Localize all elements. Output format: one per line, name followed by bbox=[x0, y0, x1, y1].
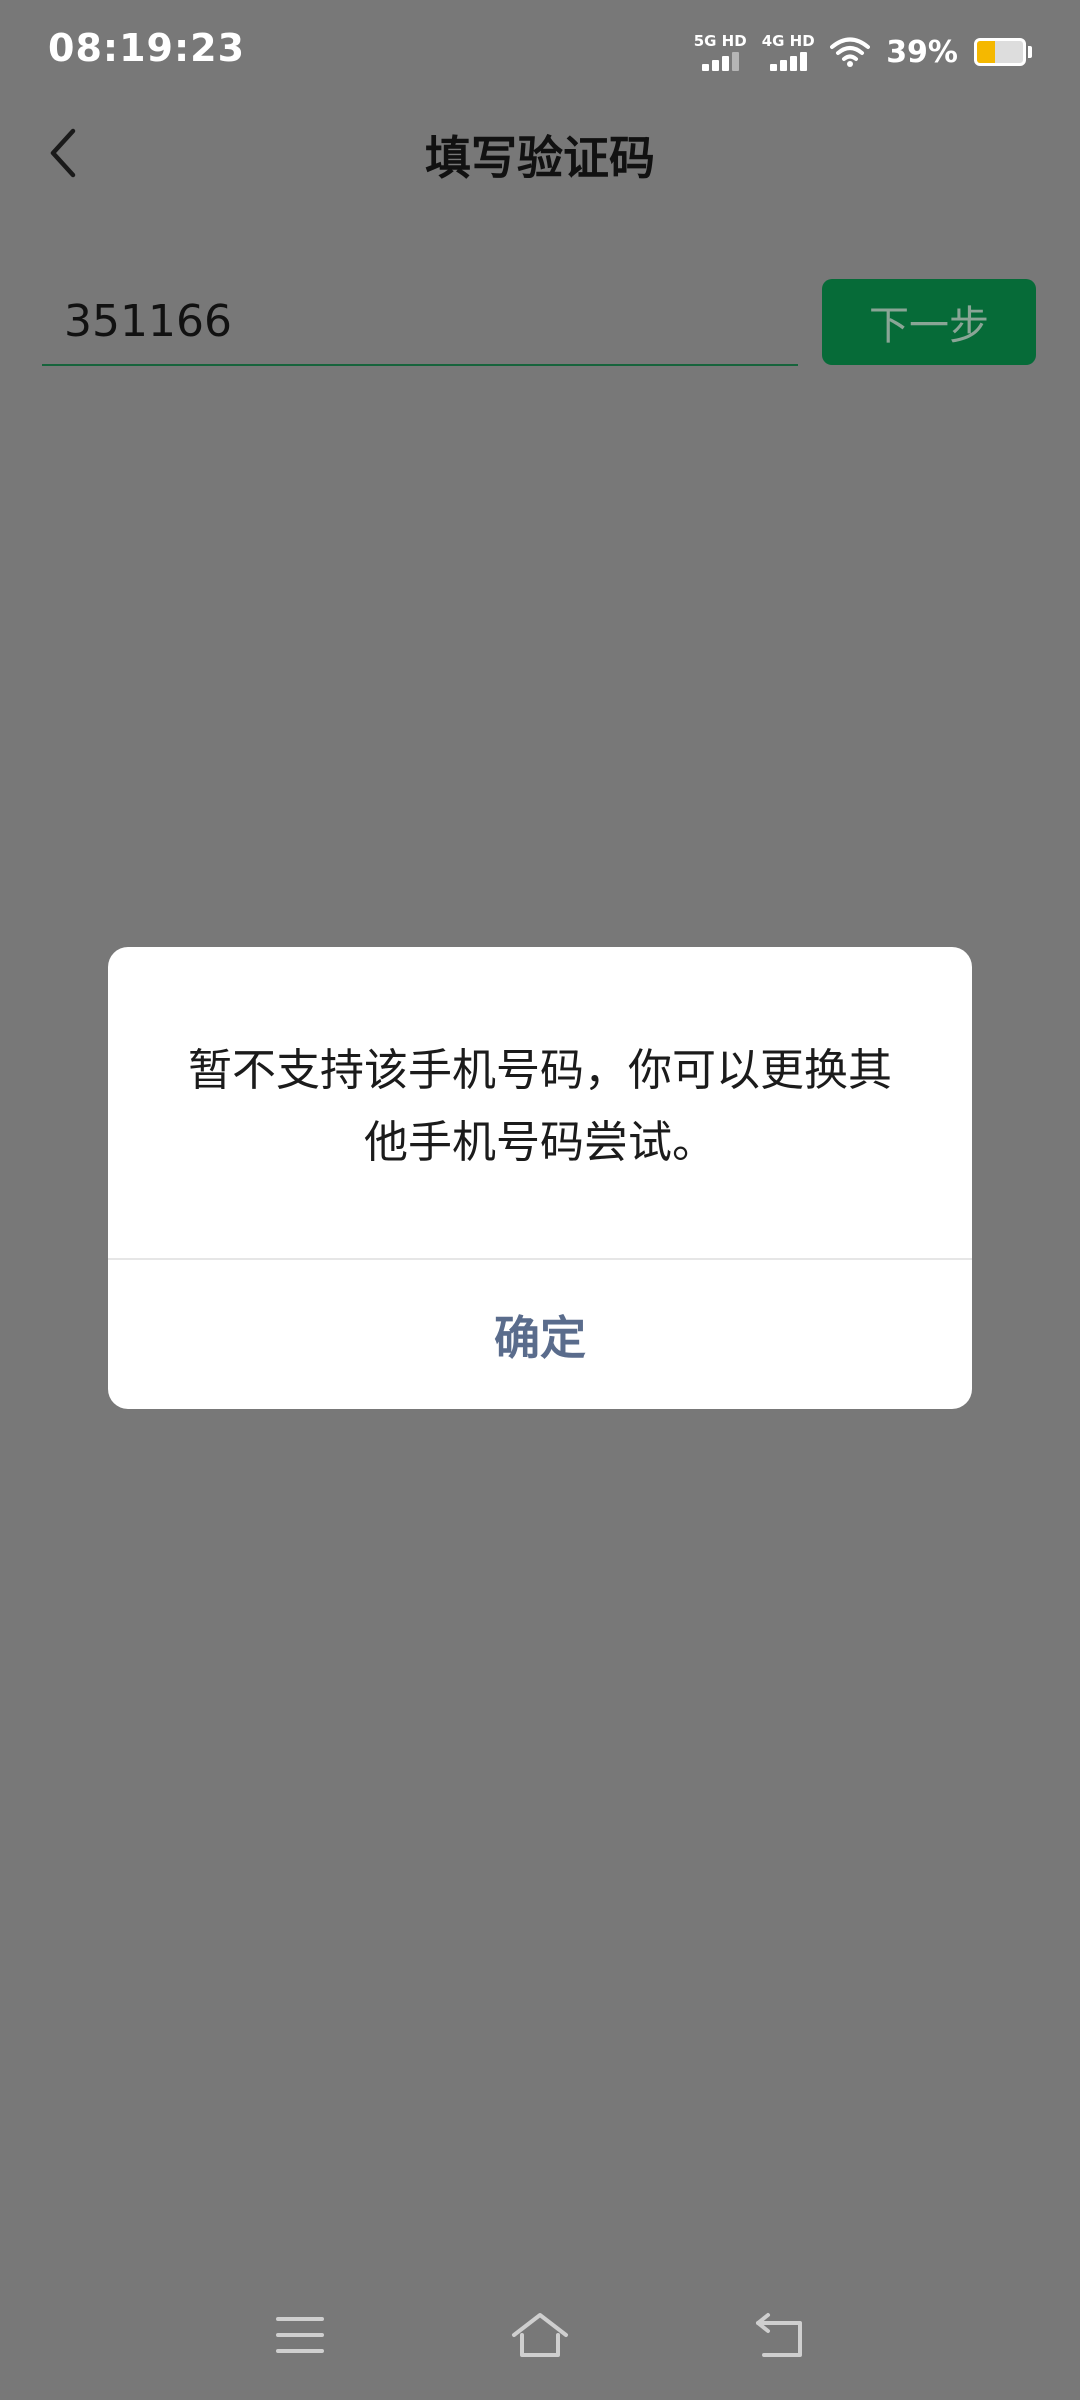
sim2-label: 4G HD bbox=[761, 32, 815, 50]
battery-cap bbox=[1028, 46, 1032, 58]
dialog-message: 暂不支持该手机号码，你可以更换其他手机号码尝试。 bbox=[188, 1045, 892, 1168]
status-bar: 08:19:23 5G HD 4G HD 39% bbox=[0, 0, 1080, 100]
sim2-signal: 4G HD bbox=[761, 32, 815, 71]
dialog-confirm-button[interactable]: 确定 bbox=[108, 1260, 972, 1409]
status-indicators: 5G HD 4G HD 39% bbox=[694, 28, 1032, 76]
header: 填写验证码 bbox=[0, 100, 1080, 210]
wifi-icon bbox=[830, 36, 871, 68]
battery-level-fill bbox=[977, 41, 995, 63]
sim1-signal-icon bbox=[701, 51, 739, 71]
navigation-bar bbox=[0, 2290, 1080, 2380]
next-step-button[interactable]: 下一步 bbox=[822, 279, 1036, 365]
menu-icon bbox=[276, 2317, 324, 2353]
nav-menu-button[interactable] bbox=[260, 2300, 340, 2370]
sim1-signal: 5G HD bbox=[693, 32, 747, 71]
nav-back-button[interactable] bbox=[740, 2300, 820, 2370]
nav-home-button[interactable] bbox=[500, 2300, 580, 2370]
page-title: 填写验证码 bbox=[425, 131, 655, 185]
alert-dialog: 暂不支持该手机号码，你可以更换其他手机号码尝试。 确定 bbox=[108, 947, 972, 1409]
sim2-signal-icon bbox=[769, 51, 807, 71]
battery-icon bbox=[974, 38, 1026, 66]
status-time: 08:19:23 bbox=[48, 26, 246, 70]
sim1-label: 5G HD bbox=[693, 32, 747, 50]
verification-code-input[interactable] bbox=[42, 278, 798, 366]
back-icon bbox=[756, 2313, 802, 2357]
battery-percent: 39% bbox=[886, 34, 958, 70]
home-icon bbox=[512, 2313, 568, 2357]
